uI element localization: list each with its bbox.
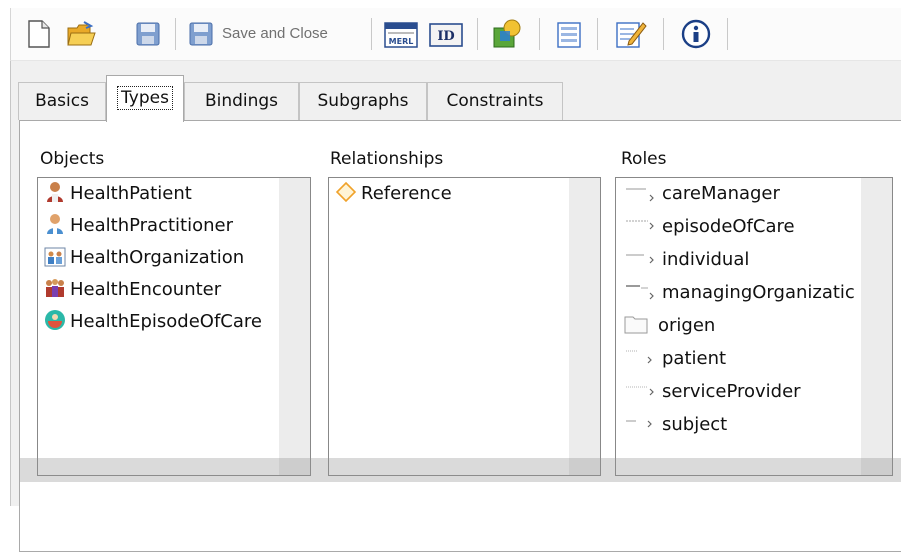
- roles-list[interactable]: careManager episodeOfCare individual man…: [615, 177, 893, 476]
- diamond-icon: [335, 181, 357, 203]
- edit-icon[interactable]: [615, 19, 647, 53]
- list-item-label: HealthPractitioner: [70, 215, 233, 236]
- objects-list-scrollbar[interactable]: [279, 178, 310, 475]
- objects-list[interactable]: HealthPatient HealthPractitioner HealthO…: [37, 177, 311, 476]
- list-item[interactable]: origen: [624, 310, 715, 342]
- save-close-icon[interactable]: [189, 22, 215, 50]
- tab-constraints-label: Constraints: [446, 91, 544, 111]
- roles-list-scrollbar[interactable]: [861, 178, 892, 475]
- list-item[interactable]: HealthPractitioner: [44, 210, 233, 242]
- role-arrow-icon: [624, 247, 658, 269]
- shapes-icon[interactable]: [492, 19, 522, 53]
- list-item-label: HealthOrganization: [70, 247, 245, 268]
- tab-constraints[interactable]: Constraints: [427, 82, 563, 120]
- list-item-label: HealthPatient: [70, 183, 192, 204]
- svg-text:ID: ID: [437, 29, 454, 44]
- id-icon[interactable]: ID: [429, 23, 463, 51]
- save-and-close-button[interactable]: Save and Close: [222, 25, 328, 42]
- list-item[interactable]: serviceProvider: [624, 376, 801, 408]
- toolbar-separator: [477, 18, 478, 50]
- toolbar-separator: [371, 18, 372, 50]
- toolbar-separator: [175, 18, 176, 50]
- list-item-label: serviceProvider: [662, 381, 801, 402]
- tab-subgraphs[interactable]: Subgraphs: [299, 82, 427, 120]
- list-item-label: subject: [662, 414, 728, 435]
- organization-icon: [44, 245, 66, 267]
- tab-basics[interactable]: Basics: [18, 82, 106, 120]
- relationships-list-scrollbar[interactable]: [569, 178, 600, 475]
- merl-icon[interactable]: MERL: [384, 21, 418, 53]
- tab-content: Objects HealthPatient HealthPractitioner…: [19, 120, 901, 552]
- list-item[interactable]: episodeOfCare: [624, 211, 795, 243]
- list-item-label: careManager: [662, 183, 780, 204]
- list-item[interactable]: managingOrganizatic: [624, 277, 855, 309]
- list-item-label: Reference: [361, 183, 452, 204]
- list-item[interactable]: careManager: [624, 178, 780, 210]
- info-icon[interactable]: [681, 19, 711, 53]
- role-arrow-icon: [624, 412, 658, 434]
- list-item-label: HealthEpisodeOfCare: [70, 311, 262, 332]
- episode-of-care-icon: [44, 309, 66, 331]
- list-item[interactable]: HealthOrganization: [44, 242, 244, 274]
- toolbar-separator: [663, 18, 664, 50]
- list-item-label: episodeOfCare: [662, 216, 795, 237]
- tab-strip: Basics Types Bindings Subgraphs Constrai…: [11, 61, 901, 122]
- tab-bindings[interactable]: Bindings: [184, 82, 299, 120]
- tab-types[interactable]: Types: [106, 75, 184, 122]
- role-arrow-icon: [624, 214, 658, 236]
- list-item[interactable]: individual: [624, 244, 749, 276]
- new-document-icon[interactable]: [27, 20, 51, 52]
- practitioner-icon: [44, 213, 66, 235]
- roles-label: Roles: [621, 149, 667, 169]
- list-item-label: patient: [662, 348, 727, 369]
- toolbar-separator: [727, 18, 728, 50]
- list-item[interactable]: HealthEncounter: [44, 274, 221, 306]
- list-item-label: individual: [662, 249, 750, 270]
- objects-label: Objects: [40, 149, 105, 169]
- horizontal-scrollbar[interactable]: [20, 458, 901, 482]
- list-item[interactable]: patient: [624, 343, 726, 375]
- list-item[interactable]: HealthPatient: [44, 178, 192, 210]
- folder-icon: [624, 313, 648, 335]
- form-icon[interactable]: [556, 21, 582, 53]
- toolbar: Save and Close MERL ID: [10, 8, 901, 61]
- open-folder-icon[interactable]: [66, 20, 96, 52]
- types-panel: Basics Types Bindings Subgraphs Constrai…: [10, 61, 901, 552]
- save-icon[interactable]: [136, 22, 160, 50]
- list-item-label: HealthEncounter: [70, 279, 222, 300]
- role-arrow-icon: [624, 346, 658, 368]
- tab-types-label: Types: [117, 86, 173, 110]
- relationships-label: Relationships: [330, 149, 444, 169]
- relationships-list[interactable]: Reference: [328, 177, 601, 476]
- toolbar-separator: [539, 18, 540, 50]
- role-arrow-icon: [624, 379, 658, 401]
- tab-basics-label: Basics: [35, 91, 89, 111]
- list-item[interactable]: subject: [624, 409, 727, 441]
- tab-subgraphs-label: Subgraphs: [317, 91, 409, 111]
- list-item[interactable]: Reference: [335, 178, 452, 210]
- role-arrow-icon: [624, 181, 658, 203]
- patient-icon: [44, 181, 66, 203]
- role-arrow-icon: [624, 280, 658, 302]
- list-item-label: origen: [658, 315, 716, 336]
- list-item[interactable]: HealthEpisodeOfCare: [44, 306, 262, 338]
- toolbar-separator: [597, 18, 598, 50]
- tab-bindings-label: Bindings: [204, 91, 279, 111]
- svg-text:MERL: MERL: [389, 37, 414, 46]
- encounter-icon: [44, 277, 66, 299]
- list-item-label: managingOrganizatic: [662, 282, 855, 303]
